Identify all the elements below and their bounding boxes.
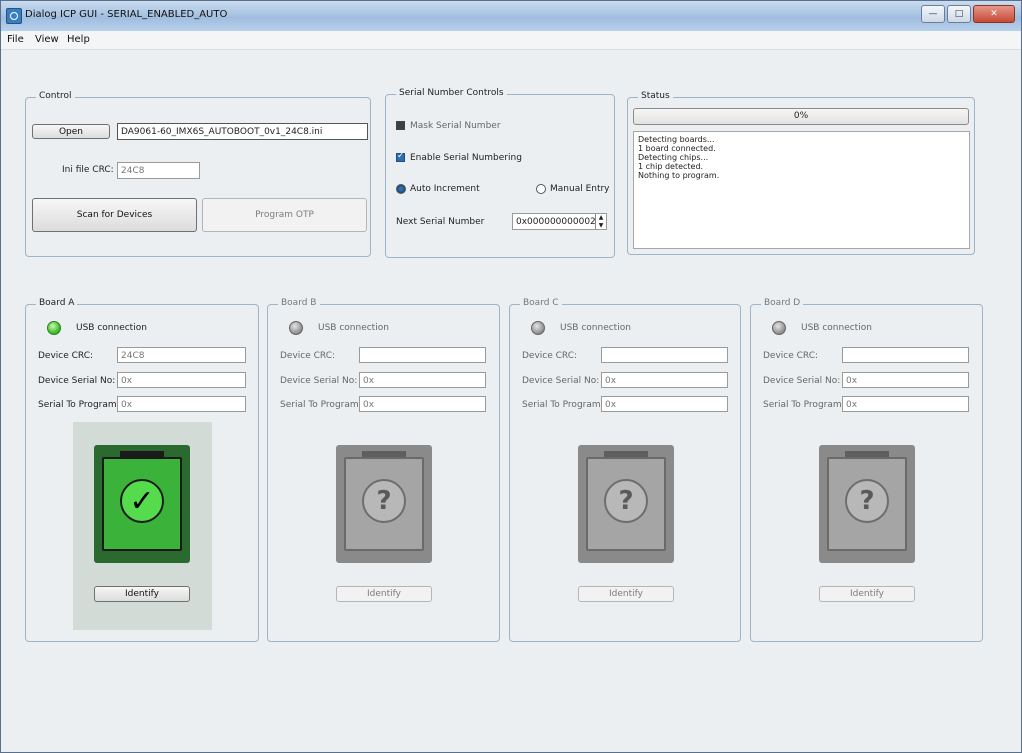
- device-crc-field: [359, 347, 486, 363]
- ini-crc-label: Ini file CRC:: [62, 165, 114, 175]
- board-d-legend: Board D: [761, 298, 804, 308]
- identify-button[interactable]: Identify: [336, 586, 432, 602]
- usb-status-led: [772, 321, 786, 335]
- ini-crc-field: 24C8: [117, 162, 200, 179]
- app-window: Dialog ICP GUI - SERIAL_ENABLED_AUTO — □…: [0, 0, 1022, 753]
- mask-serial-label: Mask Serial Number: [410, 121, 501, 131]
- window-title: Dialog ICP GUI - SERIAL_ENABLED_AUTO: [25, 9, 228, 20]
- window-controls: — □ ✕: [921, 5, 1015, 23]
- board-d-group: Board D USB connection Device CRC: Devic…: [750, 298, 983, 642]
- device-crc-label: Device CRC:: [763, 351, 819, 361]
- serial-to-program-label: Serial To Program:: [38, 400, 120, 410]
- minimize-icon: —: [928, 9, 938, 19]
- device-serial-label: Device Serial No:: [280, 376, 358, 386]
- device-serial-label: Device Serial No:: [522, 376, 600, 386]
- enable-serial-label: Enable Serial Numbering: [410, 153, 522, 163]
- board-c-legend: Board C: [520, 298, 562, 308]
- board-a-legend: Board A: [36, 298, 78, 308]
- device-crc-field: [601, 347, 728, 363]
- board-a-group: Board A USB connection Device CRC: 24C8 …: [25, 298, 259, 642]
- chip-question-icon: ?: [819, 445, 915, 563]
- maximize-button[interactable]: □: [947, 5, 971, 23]
- spin-up-icon[interactable]: ▲: [596, 214, 606, 222]
- serial-to-program-label: Serial To Program:: [280, 400, 362, 410]
- manual-entry-radio[interactable]: [536, 184, 546, 194]
- device-crc-label: Device CRC:: [38, 351, 94, 361]
- identify-button[interactable]: Identify: [578, 586, 674, 602]
- device-serial-field: 0x: [842, 372, 969, 388]
- log-line: Detecting chips...: [638, 153, 709, 162]
- chip-question-icon: ?: [578, 445, 674, 563]
- board-b-group: Board B USB connection Device CRC: Devic…: [267, 298, 500, 642]
- usb-status-led: [47, 321, 61, 335]
- menu-file[interactable]: File: [7, 34, 24, 45]
- log-line: 1 chip detected.: [638, 162, 704, 171]
- auto-increment-radio[interactable]: [396, 184, 406, 194]
- device-crc-label: Device CRC:: [280, 351, 336, 361]
- app-icon: [6, 8, 22, 24]
- status-group: Status 0% Detecting boards... 1 board co…: [627, 91, 975, 255]
- device-serial-label: Device Serial No:: [38, 376, 116, 386]
- control-group: Control Open DA9061-60_IMX6S_AUTOBOOT_0v…: [25, 91, 371, 257]
- serial-to-program-field: 0x: [117, 396, 246, 412]
- enable-serial-checkbox[interactable]: [396, 151, 405, 162]
- title-bar: Dialog ICP GUI - SERIAL_ENABLED_AUTO — □…: [1, 1, 1021, 32]
- open-button[interactable]: Open: [32, 124, 110, 139]
- device-serial-field: 0x: [601, 372, 728, 388]
- next-serial-value: 0x000000000002: [516, 217, 596, 227]
- serial-to-program-field: 0x: [842, 396, 969, 412]
- scan-devices-button[interactable]: Scan for Devices: [32, 198, 197, 232]
- device-crc-field: [842, 347, 969, 363]
- menu-bar: File View Help: [1, 31, 1021, 50]
- close-button[interactable]: ✕: [973, 5, 1015, 23]
- spin-down-icon[interactable]: ▼: [596, 222, 606, 230]
- device-serial-field: 0x: [117, 372, 246, 388]
- identify-button[interactable]: Identify: [819, 586, 915, 602]
- manual-entry-label: Manual Entry: [550, 184, 610, 194]
- spin-buttons[interactable]: ▲ ▼: [595, 214, 606, 229]
- mask-serial-checkbox[interactable]: [396, 121, 405, 130]
- minimize-button[interactable]: —: [921, 5, 945, 23]
- serial-number-group: Serial Number Controls Mask Serial Numbe…: [385, 88, 615, 258]
- device-serial-field: 0x: [359, 372, 486, 388]
- serial-to-program-field: 0x: [601, 396, 728, 412]
- serial-to-program-label: Serial To Program:: [763, 400, 845, 410]
- next-serial-label: Next Serial Number: [396, 217, 485, 227]
- serial-to-program-field: 0x: [359, 396, 486, 412]
- usb-connection-label: USB connection: [318, 323, 389, 333]
- log-line: Nothing to program.: [638, 171, 720, 180]
- usb-status-led: [531, 321, 545, 335]
- status-log[interactable]: Detecting boards... 1 board connected. D…: [633, 131, 970, 249]
- usb-connection-label: USB connection: [801, 323, 872, 333]
- auto-increment-label: Auto Increment: [410, 184, 480, 194]
- device-crc-label: Device CRC:: [522, 351, 578, 361]
- next-serial-spinbox[interactable]: 0x000000000002 ▲ ▼: [512, 213, 607, 230]
- menu-help[interactable]: Help: [67, 34, 90, 45]
- progress-bar: 0%: [633, 108, 969, 125]
- usb-connection-label: USB connection: [560, 323, 631, 333]
- control-legend: Control: [36, 91, 75, 101]
- usb-connection-label: USB connection: [76, 323, 147, 333]
- chip-check-icon: ✓: [94, 445, 190, 563]
- device-crc-field: 24C8: [117, 347, 246, 363]
- ini-file-field[interactable]: DA9061-60_IMX6S_AUTOBOOT_0v1_24C8.ini: [117, 123, 368, 140]
- serial-legend: Serial Number Controls: [396, 88, 507, 98]
- usb-status-led: [289, 321, 303, 335]
- board-c-group: Board C USB connection Device CRC: Devic…: [509, 298, 741, 642]
- program-otp-button[interactable]: Program OTP: [202, 198, 367, 232]
- progress-text: 0%: [793, 111, 809, 121]
- serial-to-program-label: Serial To Program:: [522, 400, 604, 410]
- log-line: 1 board connected.: [638, 144, 716, 153]
- status-legend: Status: [638, 91, 673, 101]
- board-b-legend: Board B: [278, 298, 320, 308]
- close-icon: ✕: [990, 9, 998, 19]
- maximize-icon: □: [954, 9, 964, 19]
- chip-question-icon: ?: [336, 445, 432, 563]
- log-line: Detecting boards...: [638, 135, 715, 144]
- menu-view[interactable]: View: [35, 34, 59, 45]
- device-serial-label: Device Serial No:: [763, 376, 841, 386]
- identify-button[interactable]: Identify: [94, 586, 190, 602]
